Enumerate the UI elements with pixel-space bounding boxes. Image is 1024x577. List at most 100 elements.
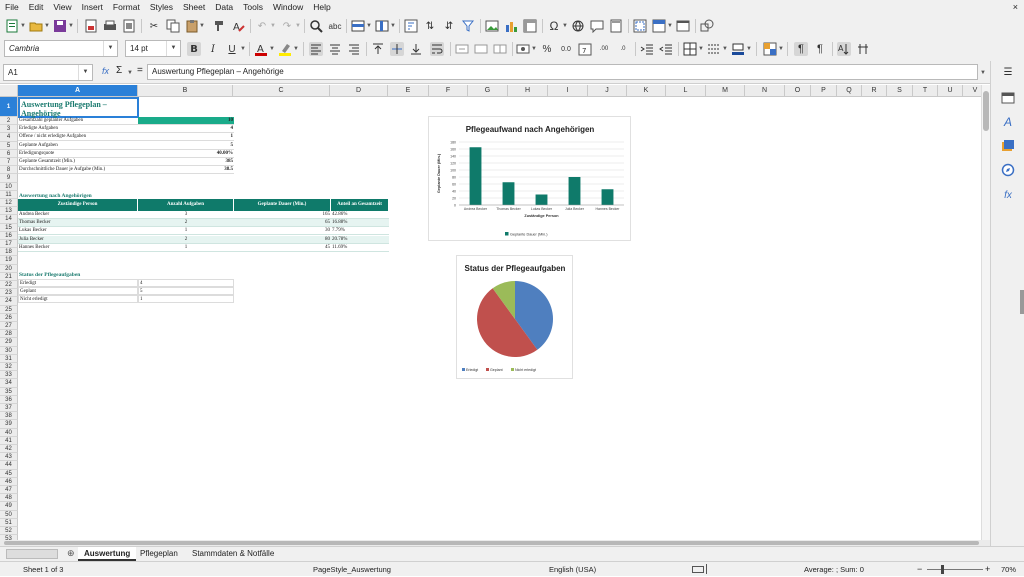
sum-icon[interactable]: Σ <box>116 65 122 76</box>
chevron-down-icon[interactable]: ▼ <box>390 23 396 29</box>
table-cell-share[interactable]: 7.79% <box>331 227 389 236</box>
bar[interactable] <box>502 182 515 205</box>
chevron-down-icon[interactable]: ▼ <box>698 46 704 52</box>
row-header[interactable]: 8 <box>0 166 18 175</box>
zoom-out-icon[interactable]: − <box>917 562 922 577</box>
hyperlink-icon[interactable] <box>571 19 585 33</box>
menu-data[interactable]: Data <box>210 0 238 14</box>
export-pdf-icon[interactable] <box>84 19 98 33</box>
chevron-down-icon[interactable]: ▼ <box>722 46 728 52</box>
row-header[interactable]: 31 <box>0 354 18 363</box>
format-as-date-icon[interactable]: 7 <box>578 42 592 56</box>
status-label[interactable]: Nicht erledigt <box>18 295 138 304</box>
row-header[interactable]: 13 <box>0 207 18 216</box>
table-cell-duration[interactable]: 45 <box>234 244 331 252</box>
print-icon[interactable] <box>103 19 117 33</box>
status-label[interactable]: Erledigt <box>18 279 138 287</box>
chevron-down-icon[interactable]: ▼ <box>199 23 205 29</box>
navigator-icon[interactable] <box>1001 163 1015 177</box>
row-header[interactable]: 38 <box>0 412 18 421</box>
table-cell-count[interactable]: 2 <box>138 235 234 244</box>
row-header[interactable]: 9 <box>0 174 18 183</box>
selection-summary[interactable]: Average: ; Sum: 0 <box>804 562 864 577</box>
unmerge-cells-icon[interactable] <box>493 42 507 56</box>
row-header[interactable]: 2 <box>0 117 18 126</box>
table-header-cell[interactable]: Zuständige Person <box>18 199 138 211</box>
zoom-slider[interactable] <box>927 569 983 570</box>
row-header[interactable]: 5 <box>0 141 18 150</box>
column-header[interactable]: G <box>468 85 508 97</box>
column-header[interactable]: C <box>233 85 330 97</box>
menu-format[interactable]: Format <box>108 0 145 14</box>
page-style[interactable]: PageStyle_Auswertung <box>313 562 391 577</box>
formula-input[interactable]: Auswertung Pflegeplan – Angehörige <box>147 64 978 80</box>
align-bottom-icon[interactable] <box>409 42 423 56</box>
find-replace-icon[interactable] <box>309 19 323 33</box>
row-header[interactable]: 10 <box>0 182 18 191</box>
format-as-percent-icon[interactable]: % <box>540 42 554 56</box>
merge-cells-icon[interactable] <box>474 42 488 56</box>
zoom-level[interactable]: 70% <box>1001 562 1016 577</box>
summary-label[interactable]: Geplante Aufgaben <box>18 142 138 150</box>
clear-formatting-icon[interactable]: A <box>231 19 245 33</box>
column-header[interactable]: D <box>330 85 388 97</box>
comment-icon[interactable] <box>590 19 604 33</box>
save-icon[interactable] <box>53 19 67 33</box>
bar[interactable] <box>601 189 614 205</box>
align-right-icon[interactable] <box>347 42 361 56</box>
center-vertically-icon[interactable] <box>390 42 404 56</box>
chevron-down-icon[interactable]: ▼ <box>78 65 92 80</box>
vertical-scroll-thumb[interactable] <box>983 91 989 131</box>
status-label[interactable]: Geplant <box>18 287 138 296</box>
chevron-down-icon[interactable]: ▼ <box>667 23 673 29</box>
menu-tools[interactable]: Tools <box>238 0 268 14</box>
pie-chart[interactable]: Status der Pflegeaufgaben Erledigt Geplant… <box>456 255 573 379</box>
status-value[interactable]: 5 <box>138 287 234 296</box>
summary-value[interactable]: 385 <box>138 158 234 166</box>
row-header[interactable]: 24 <box>0 297 18 306</box>
new-document-icon[interactable] <box>5 19 19 33</box>
font-color-icon[interactable]: A <box>254 42 268 56</box>
table-cell-duration[interactable]: 65 <box>234 219 331 228</box>
tab-pflegeplan[interactable]: Pflegeplan <box>134 547 184 561</box>
zoom-in-icon[interactable]: + <box>985 562 990 577</box>
autofilter-icon[interactable] <box>461 19 475 33</box>
table-cell-count[interactable]: 3 <box>138 211 234 219</box>
chevron-down-icon[interactable]: ▼ <box>20 23 26 29</box>
table-cell-person[interactable]: Julia Becker <box>18 235 138 244</box>
section-title-status[interactable]: Status der Pflegeaufgaben <box>18 271 81 279</box>
print-preview-icon[interactable] <box>122 19 136 33</box>
row-header[interactable]: 50 <box>0 510 18 519</box>
row-header[interactable]: 28 <box>0 330 18 339</box>
row-header[interactable]: 36 <box>0 395 18 404</box>
text-direction-right-to-left-icon[interactable]: ¶ <box>813 42 827 56</box>
column-header[interactable]: U <box>938 85 963 97</box>
table-cell-duration[interactable]: 30 <box>234 227 331 236</box>
formula-equals-icon[interactable]: = <box>137 65 143 76</box>
row-header[interactable]: 12 <box>0 199 18 208</box>
menu-file[interactable]: File <box>0 0 24 14</box>
menu-view[interactable]: View <box>48 0 76 14</box>
menu-insert[interactable]: Insert <box>77 0 108 14</box>
menu-sheet[interactable]: Sheet <box>178 0 210 14</box>
italic-icon[interactable]: I <box>206 42 220 56</box>
styles-icon[interactable]: A <box>1001 115 1015 129</box>
format-as-currency-icon[interactable] <box>516 42 530 56</box>
row-header[interactable]: 3 <box>0 125 18 134</box>
status-value[interactable]: 4 <box>138 279 234 287</box>
row-header[interactable]: 17 <box>0 240 18 249</box>
row-header[interactable]: 27 <box>0 322 18 331</box>
align-top-icon[interactable] <box>371 42 385 56</box>
menu-styles[interactable]: Styles <box>145 0 178 14</box>
chevron-down-icon[interactable]: ▼ <box>366 23 372 29</box>
menu-edit[interactable]: Edit <box>24 0 49 14</box>
properties-icon[interactable] <box>1001 91 1015 105</box>
column-header[interactable]: I <box>548 85 588 97</box>
split-window-icon[interactable] <box>676 19 690 33</box>
column-header[interactable]: A <box>18 85 138 97</box>
row-header[interactable]: 49 <box>0 502 18 511</box>
summary-value[interactable]: 1 <box>138 133 234 142</box>
border-color-icon[interactable] <box>731 42 745 56</box>
row-header[interactable]: 15 <box>0 223 18 232</box>
summary-value[interactable]: 5 <box>138 142 234 150</box>
